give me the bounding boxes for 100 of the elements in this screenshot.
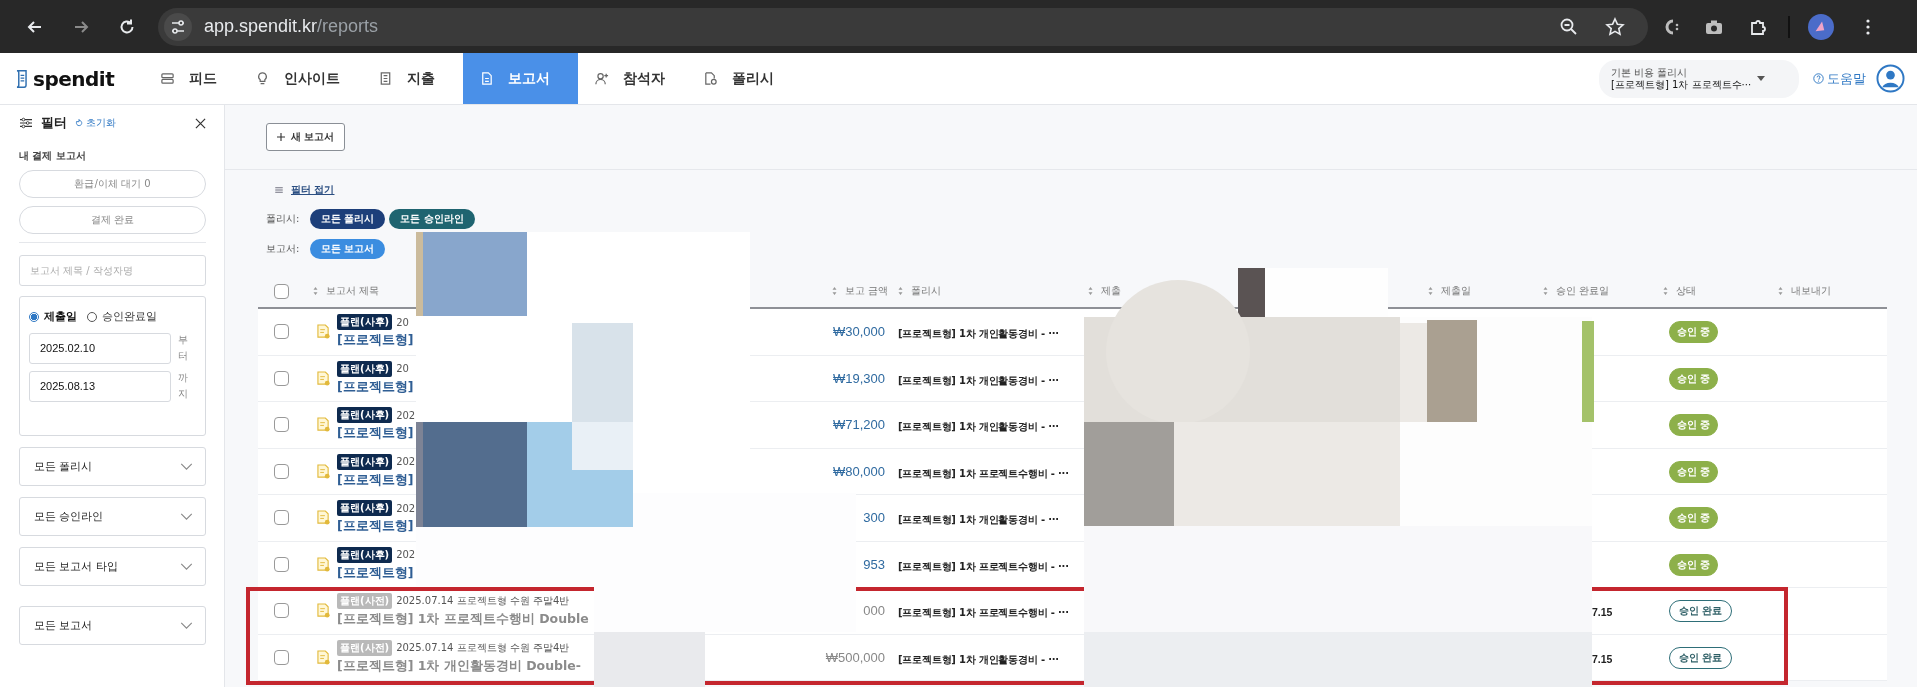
star-icon[interactable] (1605, 16, 1625, 37)
report-meta: 20 (396, 363, 409, 375)
nav-tab[interactable]: 인사이트 (245, 53, 362, 104)
report-title[interactable]: [프로젝트형] (337, 518, 416, 536)
column-header: 제출일 (1441, 284, 1471, 298)
column-header: 내보내기 (1791, 284, 1831, 298)
close-icon[interactable] (195, 117, 206, 129)
policy-text: [프로젝트형] 1차 개인활동경비 - ··· (897, 328, 1059, 340)
new-report-button[interactable]: 새 보고서 (266, 123, 346, 151)
row-checkbox[interactable] (274, 649, 289, 665)
quick-filter-button[interactable]: 환급/이체 대기 0 (19, 170, 206, 198)
date-type-radio[interactable]: 제출일 (29, 310, 77, 324)
app-logo[interactable]: spendit (33, 66, 115, 91)
caret-icon (1757, 76, 1766, 81)
status-badge: 승인 중 (1669, 367, 1719, 390)
date-suffix: 까지 (178, 371, 188, 401)
report-title[interactable]: [프로젝트형] (337, 564, 416, 582)
plan-badge: 플랜(사전) (337, 639, 393, 656)
amount-text: ₩80,000 (832, 463, 885, 479)
select-all-checkbox[interactable] (274, 283, 289, 299)
filter-chip[interactable]: 모든 승인라인 (389, 209, 475, 229)
amount-text: ₩30,000 (832, 324, 885, 340)
nav-icon (594, 71, 609, 86)
dropdown[interactable]: 모든 보고서 타입 (19, 547, 206, 586)
policy-text: [프로젝트형] 1차 개인활동경비 - ··· (897, 514, 1059, 526)
help-icon (1813, 73, 1824, 84)
collapse-icon (275, 187, 283, 193)
column-header: 폴리시 (911, 284, 941, 298)
nav-icon (378, 71, 393, 86)
chevron-down-icon (180, 563, 193, 570)
status-badge: 승인 완료 (1669, 646, 1733, 669)
status-badge: 승인 중 (1669, 460, 1719, 483)
help-link[interactable]: 도움말 (1813, 69, 1866, 88)
column-header: 상태 (1676, 284, 1696, 298)
amount-text: 000 (863, 603, 885, 619)
document-icon (317, 324, 330, 340)
row-checkbox[interactable] (274, 370, 289, 386)
document-icon (317, 370, 330, 386)
document-icon (317, 463, 330, 479)
report-title[interactable]: [프로젝트형] (337, 425, 416, 443)
report-meta: 202 (396, 456, 416, 468)
reset-link[interactable]: 초기화 (75, 116, 116, 130)
sliders-icon (19, 117, 33, 129)
policy-text: [프로젝트형] 1차 개인활동경비 - ··· (897, 653, 1059, 665)
sort-icon[interactable] (1663, 287, 1668, 295)
date-field[interactable]: 2025.02.10 (29, 332, 171, 364)
scroll-logo-icon (14, 68, 29, 89)
sort-icon[interactable] (898, 287, 903, 295)
filter-title: 필터 (41, 114, 67, 132)
row-checkbox[interactable] (274, 417, 289, 433)
sort-icon[interactable] (313, 287, 318, 295)
document-icon (317, 510, 330, 526)
report-title[interactable]: [프로젝트형] (337, 378, 414, 396)
dropdown[interactable]: 모든 폴리시 (19, 447, 206, 486)
sort-icon[interactable] (1778, 287, 1783, 295)
row-checkbox[interactable] (274, 556, 289, 572)
filter-label: 보고서: (266, 242, 301, 256)
amount-text: 953 (863, 556, 885, 572)
report-title[interactable]: [프로젝트형] (337, 332, 414, 350)
row-checkbox[interactable] (274, 324, 289, 340)
plan-badge: 플랜(사후) (337, 314, 393, 331)
report-meta: 202 (396, 502, 416, 514)
chevron-down-icon (180, 513, 193, 520)
collapse-filter-link[interactable]: 필터 접기 (291, 183, 335, 197)
nav-tab[interactable]: 지출 (368, 53, 457, 104)
report-title[interactable]: [프로젝트형] (337, 471, 416, 489)
amount-text: ₩500,000 (825, 649, 885, 665)
column-header: 보고서 제목 (326, 284, 380, 298)
user-avatar-icon[interactable] (1876, 64, 1905, 93)
policy-text: [프로젝트형] 1차 개인활동경비 - ··· (897, 421, 1059, 433)
filter-chip[interactable]: 모든 폴리시 (310, 209, 386, 229)
sort-icon[interactable] (1088, 287, 1093, 295)
row-checkbox[interactable] (274, 603, 289, 619)
address-bar[interactable]: app.spendit.kr/reports (158, 7, 1648, 46)
nav-tab[interactable]: 참석자 (584, 53, 687, 104)
quick-filter-button[interactable]: 결제 완료 (19, 206, 206, 234)
sort-icon[interactable] (1543, 287, 1548, 295)
plan-badge: 플랜(사전) (337, 593, 393, 610)
url-text: app.spendit.kr/reports (204, 16, 379, 37)
policy-picker[interactable]: 기본 비용 폴리시 [프로젝트형] 1차 프로젝트수··· (1599, 59, 1799, 98)
document-icon (317, 417, 330, 433)
date-type-radio[interactable]: 승인완료일 (87, 310, 157, 324)
status-badge: 승인 중 (1669, 321, 1719, 344)
status-badge: 승인 완료 (1669, 600, 1733, 623)
date-field[interactable]: 2025.08.13 (29, 370, 171, 402)
dropdown[interactable]: 모든 승인라인 (19, 497, 206, 536)
row-checkbox[interactable] (274, 510, 289, 526)
profile-avatar-icon[interactable] (1808, 13, 1834, 40)
row-checkbox[interactable] (274, 463, 289, 479)
search-field[interactable]: 보고서 제목 / 작성자명 (19, 255, 206, 286)
nav-tab[interactable]: 폴리시 (693, 53, 796, 104)
zoom-out-icon[interactable] (1559, 16, 1579, 37)
nav-tab[interactable]: 피드 (150, 53, 239, 104)
document-icon (317, 649, 330, 665)
section-title: 내 결제 보고서 (19, 149, 87, 163)
status-badge: 승인 중 (1669, 553, 1719, 576)
chevron-down-icon (180, 463, 193, 470)
dropdown[interactable]: 모든 보고서 (19, 606, 206, 645)
sort-icon[interactable] (831, 287, 837, 295)
sort-icon[interactable] (1428, 287, 1433, 295)
